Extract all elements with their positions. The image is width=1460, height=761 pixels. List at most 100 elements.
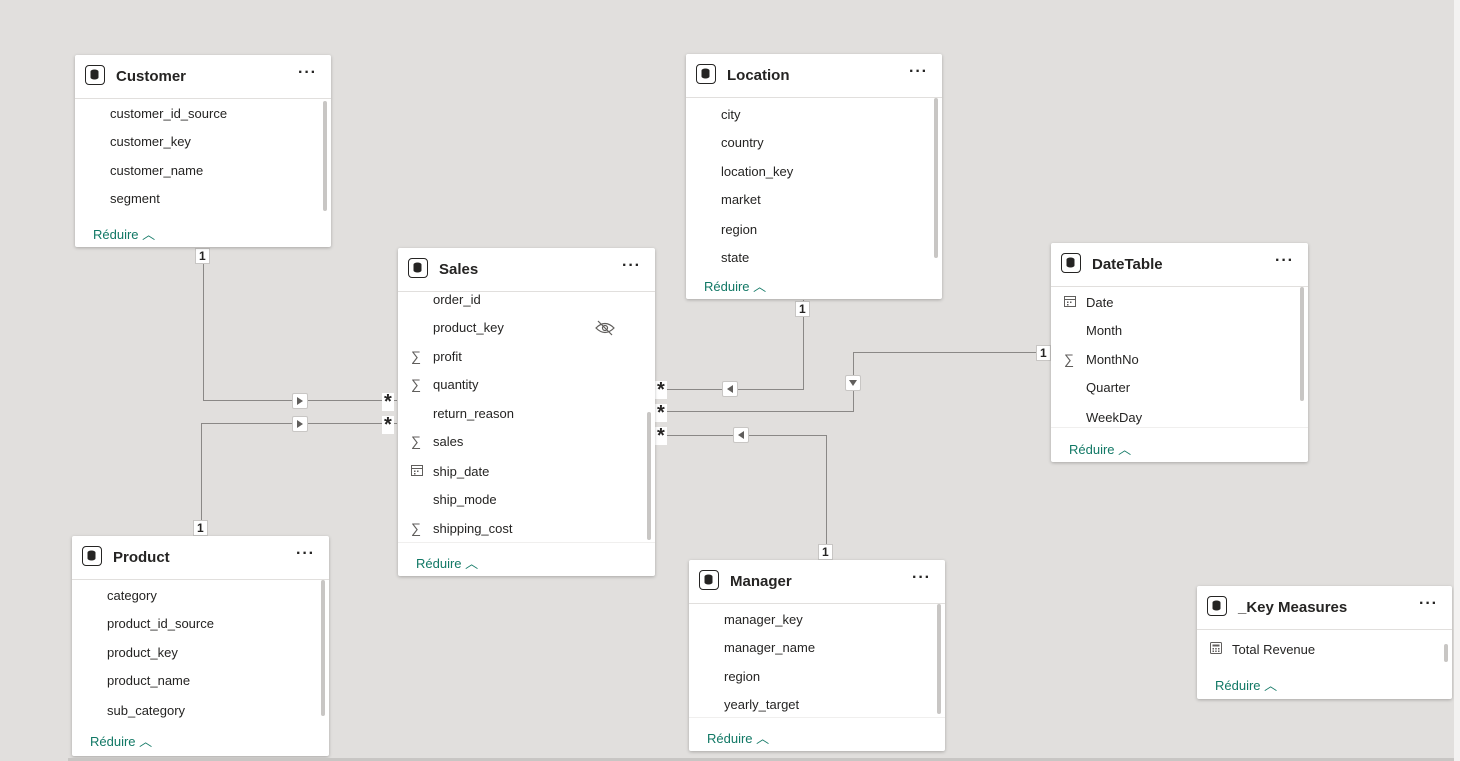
table-card-customer[interactable]: Customer ··· customer_id_source customer… [75,55,331,247]
table-card-key-measures[interactable]: _Key Measures ··· Total Revenue Réduire … [1197,586,1452,699]
more-options-icon[interactable]: ··· [909,63,928,81]
field-item[interactable]: Total Revenue [1197,637,1452,661]
field-list[interactable]: category product_id_source product_key p… [72,580,329,723]
field-list[interactable]: Date Month ∑ MonthNo Quarter WeekDay [1051,287,1308,427]
field-item[interactable]: WeekDay [1051,405,1308,427]
field-item[interactable]: customer_id_source [75,101,331,125]
field-item[interactable]: location_key [686,159,942,183]
field-item[interactable]: segment [75,186,331,210]
rel-line-customer-sales[interactable] [203,248,204,401]
sum-icon: ∑ [411,376,421,392]
filter-direction-icon[interactable] [733,427,749,443]
field-item[interactable]: product_id_source [72,611,329,635]
canvas-vertical-scrollbar[interactable] [1454,0,1460,761]
collapse-link[interactable]: Réduire ︿ [90,731,152,750]
more-options-icon[interactable]: ··· [298,64,317,82]
field-list[interactable]: Total Revenue [1197,630,1452,665]
field-item[interactable]: manager_name [689,635,945,659]
field-item[interactable]: product_key [398,315,655,339]
filter-direction-icon[interactable] [292,416,308,432]
more-options-icon[interactable]: ··· [622,257,641,275]
table-card-sales[interactable]: Sales ··· order_id product_key ∑ profit ∑… [398,248,655,576]
field-list[interactable]: customer_id_source customer_key customer… [75,99,331,214]
table-card-datetable[interactable]: DateTable ··· Date Month ∑ MonthNo Quarte… [1051,243,1308,462]
field-item[interactable]: ship_mode [398,487,655,511]
collapse-link[interactable]: Réduire ︿ [1215,675,1277,694]
field-item[interactable]: city [686,102,942,126]
field-item[interactable]: market [686,187,942,211]
field-label: location_key [721,164,794,179]
table-header[interactable]: DateTable ··· [1051,243,1308,287]
table-header[interactable]: Customer ··· [75,55,331,99]
database-icon [85,65,105,85]
table-card-product[interactable]: Product ··· category product_id_source p… [72,536,329,756]
rel-line-date-sales[interactable] [853,352,1051,353]
more-options-icon[interactable]: ··· [1419,595,1438,613]
field-item[interactable]: ∑ quantity [398,372,655,396]
collapse-link[interactable]: Réduire ︿ [416,553,478,572]
chevron-up-icon: ︿ [756,731,770,746]
calendar-icon [1064,294,1076,310]
table-header[interactable]: Product ··· [72,536,329,580]
field-list[interactable]: order_id product_key ∑ profit ∑ quantity r… [398,292,655,542]
table-header[interactable]: Location ··· [686,54,942,98]
field-item[interactable]: ∑ profit [398,344,655,368]
more-options-icon[interactable]: ··· [1275,252,1294,270]
field-item[interactable]: Month [1051,318,1308,342]
field-item[interactable]: order_id [398,292,655,311]
table-header[interactable]: Sales ··· [398,248,655,292]
table-header[interactable]: Manager ··· [689,560,945,604]
scrollbar[interactable] [1444,644,1448,662]
field-item[interactable]: Date [1051,290,1308,314]
field-item[interactable]: region [686,217,942,241]
collapse-link[interactable]: Réduire ︿ [704,276,766,295]
more-options-icon[interactable]: ··· [296,545,315,563]
scrollbar[interactable] [934,98,938,258]
field-label: customer_key [110,134,191,149]
field-item[interactable]: state [686,245,942,268]
field-label: MonthNo [1086,352,1139,367]
chevron-up-icon: ︿ [142,227,156,242]
field-item[interactable]: ship_date [398,459,655,483]
filter-direction-icon[interactable] [722,381,738,397]
field-list[interactable]: city country location_key market region … [686,98,942,268]
field-item[interactable]: manager_key [689,607,945,631]
field-item[interactable]: yearly_target [689,692,945,716]
field-item[interactable]: product_name [72,668,329,692]
scrollbar[interactable] [321,580,325,716]
field-item[interactable]: return_reason [398,401,655,425]
table-header[interactable]: _Key Measures ··· [1197,586,1452,630]
field-label: profit [433,349,462,364]
rel-line-manager-sales[interactable] [826,435,827,560]
field-item[interactable]: customer_key [75,129,331,153]
filter-direction-icon[interactable] [845,375,861,391]
scrollbar[interactable] [647,412,651,540]
field-item[interactable]: Quarter [1051,375,1308,399]
chevron-up-icon: ︿ [753,279,767,294]
rel-line-date-sales-h[interactable] [656,411,854,412]
field-item[interactable]: ∑ MonthNo [1051,347,1308,371]
field-item[interactable]: category [72,583,329,607]
field-item[interactable]: product_key [72,640,329,664]
collapse-link[interactable]: Réduire ︿ [1069,439,1131,458]
collapse-link[interactable]: Réduire ︿ [707,728,769,747]
scrollbar[interactable] [323,101,327,211]
field-item[interactable]: sub_category [72,698,329,722]
field-item[interactable]: ∑ sales [398,429,655,453]
field-item[interactable]: country [686,130,942,154]
field-list[interactable]: manager_key manager_name region yearly_t… [689,604,945,717]
scrollbar[interactable] [937,604,941,714]
field-item[interactable]: ∑ shipping_cost [398,516,655,540]
field-label: city [721,107,741,122]
field-item[interactable]: customer_name [75,158,331,182]
field-label: product_key [433,320,504,335]
field-item[interactable]: region [689,664,945,688]
more-options-icon[interactable]: ··· [912,569,931,587]
scrollbar[interactable] [1300,287,1304,401]
table-card-manager[interactable]: Manager ··· manager_key manager_name reg… [689,560,945,751]
eye-hidden-icon[interactable] [595,320,615,339]
model-canvas[interactable]: 1 * 1 * 1 * 1 * 1 * Customer ··· custome… [0,0,1460,761]
table-card-location[interactable]: Location ··· city country location_key m… [686,54,942,299]
collapse-link[interactable]: Réduire ︿ [93,224,155,243]
filter-direction-icon[interactable] [292,393,308,409]
